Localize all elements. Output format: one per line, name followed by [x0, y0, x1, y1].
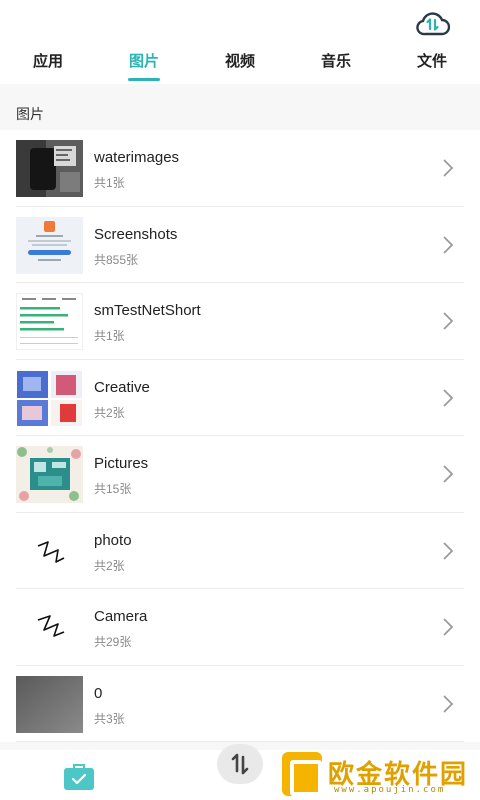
album-thumbnail [16, 293, 83, 350]
album-row-smtestnetshort[interactable]: smTestNetShort 共1张 [0, 283, 480, 360]
tab-music[interactable]: 音乐 [288, 46, 384, 82]
album-thumbnail [16, 446, 83, 503]
album-row-photo[interactable]: photo 共2张 [0, 512, 480, 589]
section-title: 图片 [16, 106, 44, 122]
tab-apps[interactable]: 应用 [0, 46, 96, 82]
album-row-screenshots[interactable]: Screenshots 共855张 [0, 206, 480, 283]
transfer-button[interactable] [217, 744, 263, 784]
album-thumbnail [16, 140, 83, 197]
album-name: 0 [94, 684, 103, 702]
chevron-right-icon [443, 694, 454, 713]
album-name: Creative [94, 378, 150, 396]
chevron-right-icon [443, 618, 454, 636]
album-count: 共3张 [94, 711, 125, 726]
chevron-right-icon [443, 235, 454, 254]
album-count: 共2张 [94, 405, 125, 420]
album-thumbnail [16, 522, 83, 580]
album-thumbnail [16, 675, 83, 733]
album-count: 共29张 [94, 635, 132, 649]
category-tabs: 应用 图片 视频 音乐 文件 [0, 46, 480, 82]
album-name: smTestNetShort [94, 302, 201, 319]
tab-files[interactable]: 文件 [384, 46, 480, 82]
album-thumbnail [16, 216, 83, 274]
album-count: 共855张 [94, 252, 139, 267]
chevron-right-icon [443, 312, 454, 330]
album-row-waterimages[interactable]: waterimages 共1张 [0, 130, 480, 207]
watermark: 欧金软件园 www.apoujin.com [282, 752, 476, 798]
album-row-pictures[interactable]: Pictures 共15张 [0, 436, 480, 513]
bag-check-icon[interactable] [62, 762, 96, 792]
pictures-section: 图片 waterimages 共1张 Screenshots 共855张 smT… [0, 84, 480, 754]
album-row-0[interactable]: 0 共3张 [0, 665, 480, 742]
cloud-transfer-icon[interactable] [416, 10, 451, 38]
album-name: Camera [94, 608, 148, 625]
album-name: waterimages [94, 149, 180, 166]
album-count: 共2张 [94, 558, 125, 573]
album-count: 共1张 [94, 329, 125, 343]
album-row-camera[interactable]: Camera 共29张 [0, 589, 480, 666]
album-count: 共1张 [94, 176, 125, 190]
chevron-right-icon [443, 388, 454, 407]
album-name: Screenshots [94, 225, 178, 243]
album-name: photo [94, 531, 132, 549]
album-thumbnail [16, 599, 83, 656]
chevron-right-icon [443, 465, 454, 483]
top-bar: 应用 图片 视频 音乐 文件 [0, 0, 480, 84]
chevron-right-icon [443, 159, 454, 177]
watermark-logo [282, 752, 322, 796]
chevron-right-icon [443, 541, 454, 560]
bottom-bar: 欧金软件园 www.apoujin.com [0, 744, 480, 800]
album-thumbnail [16, 369, 83, 427]
transfer-icon [231, 753, 249, 775]
tab-videos[interactable]: 视频 [192, 46, 288, 82]
album-count: 共15张 [94, 482, 132, 496]
tab-pictures[interactable]: 图片 [96, 46, 192, 82]
album-name: Pictures [94, 455, 149, 472]
album-row-creative[interactable]: Creative 共2张 [0, 359, 480, 436]
watermark-url: www.apoujin.com [334, 785, 446, 795]
album-list: waterimages 共1张 Screenshots 共855张 smTest… [0, 130, 480, 742]
